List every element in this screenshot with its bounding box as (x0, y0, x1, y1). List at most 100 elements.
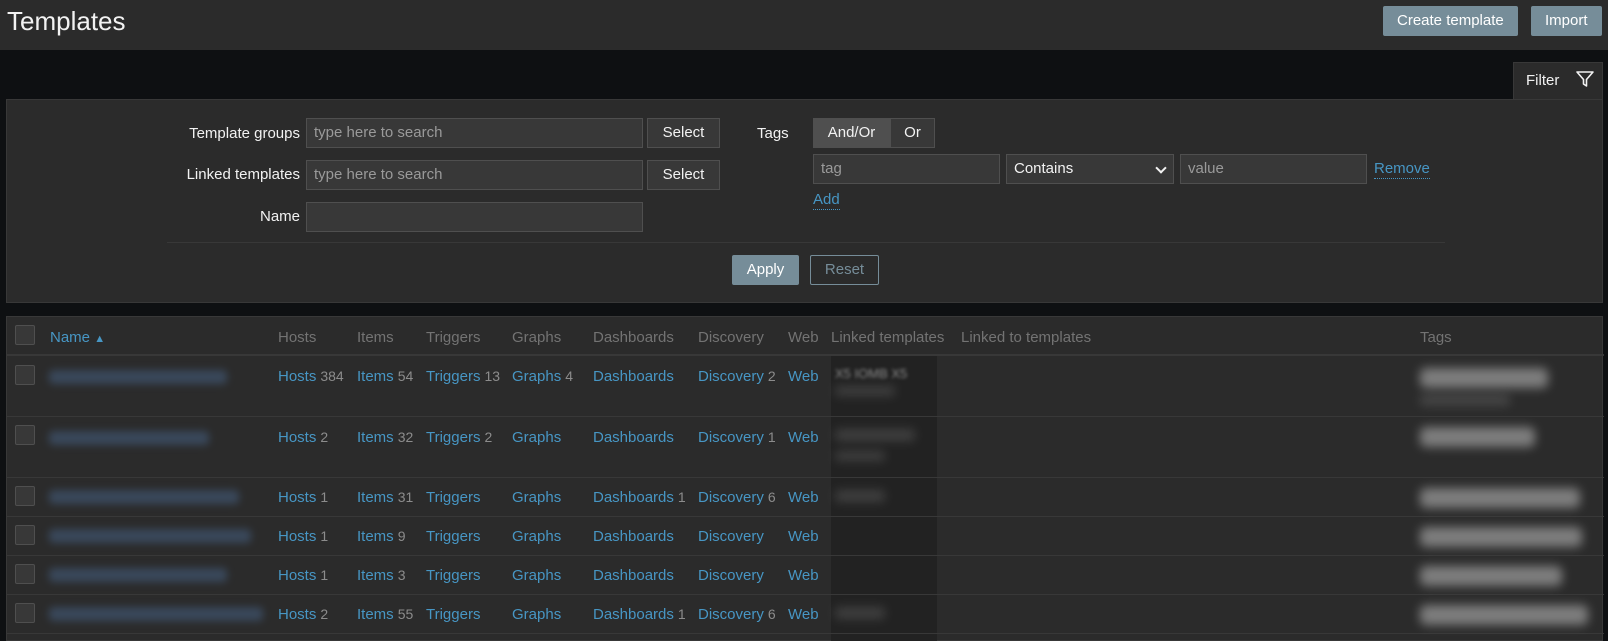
tag-name-input[interactable]: tag (813, 154, 1000, 184)
dashboards-cell[interactable]: Dashboards 1 (593, 606, 686, 623)
linked-templates-redacted (835, 490, 885, 502)
column-header-graphs: Graphs (512, 329, 562, 346)
dashboards-link: Dashboards (593, 429, 674, 446)
triggers-cell[interactable]: Triggers (426, 606, 484, 623)
template-name-link[interactable] (49, 431, 209, 445)
dashboards-cell[interactable]: Dashboards (593, 429, 678, 446)
row-checkbox[interactable] (15, 564, 35, 584)
hosts-cell[interactable]: Hosts 2 (278, 606, 328, 623)
graphs-cell[interactable]: Graphs (512, 429, 565, 446)
triggers-cell[interactable]: Triggers (426, 567, 484, 584)
discovery-cell[interactable]: Discovery (698, 567, 768, 584)
graphs-cell[interactable]: Graphs (512, 606, 565, 623)
tags-andor-toggle[interactable]: And/Or (813, 118, 890, 148)
discovery-cell[interactable]: Discovery 6 (698, 489, 776, 506)
discovery-cell[interactable]: Discovery (698, 528, 768, 545)
row-checkbox[interactable] (15, 365, 35, 385)
tag-badge (1420, 394, 1510, 406)
template-name-link[interactable] (49, 607, 263, 621)
graphs-link: Graphs (512, 567, 562, 584)
name-input[interactable] (306, 202, 643, 232)
reset-button[interactable]: Reset (810, 255, 879, 285)
apply-button[interactable]: Apply (732, 255, 799, 285)
web-link[interactable]: Web (788, 606, 819, 623)
graphs-cell[interactable]: Graphs (512, 528, 565, 545)
triggers-cell[interactable]: Triggers 2 (426, 429, 492, 446)
chevron-down-icon (1155, 162, 1167, 174)
triggers-link: Triggers (426, 368, 481, 385)
hosts-cell[interactable]: Hosts 384 (278, 368, 344, 385)
discovery-link: Discovery (698, 567, 764, 584)
create-template-button[interactable]: Create template (1383, 6, 1518, 36)
discovery-cell[interactable]: Discovery 6 (698, 606, 776, 623)
select-all-checkbox[interactable] (15, 325, 35, 345)
template-name-link[interactable] (49, 529, 251, 543)
hosts-cell[interactable]: Hosts 1 (278, 567, 328, 584)
template-name-link[interactable] (49, 370, 227, 384)
hosts-cell[interactable]: Hosts 2 (278, 429, 328, 446)
discovery-cell[interactable]: Discovery 2 (698, 368, 776, 385)
graphs-cell[interactable]: Graphs 4 (512, 368, 573, 385)
tag-remove-link[interactable]: Remove (1374, 160, 1430, 179)
items-cell[interactable]: Items 31 (357, 489, 413, 506)
items-link: Items (357, 429, 394, 446)
name-label: Name (259, 208, 300, 225)
triggers-cell[interactable]: Triggers (426, 528, 484, 545)
items-cell[interactable]: Items 54 (357, 368, 413, 385)
items-cell[interactable]: Items 9 (357, 528, 405, 545)
dashboards-cell[interactable]: Dashboards (593, 368, 678, 385)
items-cell[interactable]: Items 32 (357, 429, 413, 446)
items-count: 9 (397, 528, 406, 544)
graphs-link: Graphs (512, 489, 562, 506)
linked-templates-select-button[interactable]: Select (647, 160, 720, 190)
hosts-cell[interactable]: Hosts 1 (278, 489, 328, 506)
dashboards-link: Dashboards (593, 528, 674, 545)
table-row: Hosts 1 Items 9 Triggers Graphs Dashboards… (7, 517, 1604, 556)
triggers-cell[interactable]: Triggers (426, 489, 484, 506)
web-link[interactable]: Web (788, 528, 819, 545)
web-link[interactable]: Web (788, 429, 819, 446)
tags-or-toggle[interactable]: Or (890, 118, 935, 148)
tag-add-link[interactable]: Add (813, 191, 840, 210)
dashboards-link: Dashboards (593, 567, 674, 584)
linked-templates-value: X5 IOMB X5 (835, 366, 908, 381)
dashboards-cell[interactable]: Dashboards (593, 567, 678, 584)
items-cell[interactable]: Items 3 (357, 567, 405, 584)
row-checkbox[interactable] (15, 486, 35, 506)
dashboards-cell[interactable]: Dashboards (593, 528, 678, 545)
graphs-cell[interactable]: Graphs (512, 489, 565, 506)
web-link[interactable]: Web (788, 567, 819, 584)
web-link[interactable]: Web (788, 489, 819, 506)
template-name-link[interactable] (49, 490, 239, 504)
items-cell[interactable]: Items 55 (357, 606, 413, 623)
import-button[interactable]: Import (1531, 6, 1602, 36)
hosts-link: Hosts (278, 606, 317, 623)
hosts-count: 2 (320, 429, 329, 445)
triggers-cell[interactable]: Triggers 13 (426, 368, 500, 385)
discovery-link: Discovery (698, 528, 764, 545)
template-groups-input[interactable]: type here to search (306, 118, 643, 148)
discovery-cell[interactable]: Discovery 1 (698, 429, 776, 446)
row-checkbox[interactable] (15, 425, 35, 445)
tag-value-input[interactable]: value (1180, 154, 1367, 184)
column-header-name[interactable]: Name ▲ (50, 329, 105, 346)
column-header-dashboards: Dashboards (593, 329, 674, 346)
linked-templates-input[interactable]: type here to search (306, 160, 643, 190)
graphs-cell[interactable]: Graphs (512, 567, 565, 584)
row-checkbox[interactable] (15, 525, 35, 545)
filter-tab-label: Filter (1526, 72, 1560, 89)
row-checkbox[interactable] (15, 603, 35, 623)
web-link[interactable]: Web (788, 368, 819, 385)
dashboards-link: Dashboards (593, 606, 674, 623)
hosts-link: Hosts (278, 368, 317, 385)
hosts-cell[interactable]: Hosts 1 (278, 528, 328, 545)
dashboards-link: Dashboards (593, 489, 674, 506)
filter-tab[interactable]: Filter (1513, 62, 1603, 99)
tag-operator-select[interactable]: Contains (1006, 154, 1174, 184)
tag-operator-value: Contains (1014, 160, 1074, 177)
template-name-link[interactable] (49, 568, 227, 582)
items-count: 55 (397, 606, 414, 622)
dashboards-cell[interactable]: Dashboards 1 (593, 489, 686, 506)
discovery-count: 6 (767, 606, 776, 622)
template-groups-select-button[interactable]: Select (647, 118, 720, 148)
